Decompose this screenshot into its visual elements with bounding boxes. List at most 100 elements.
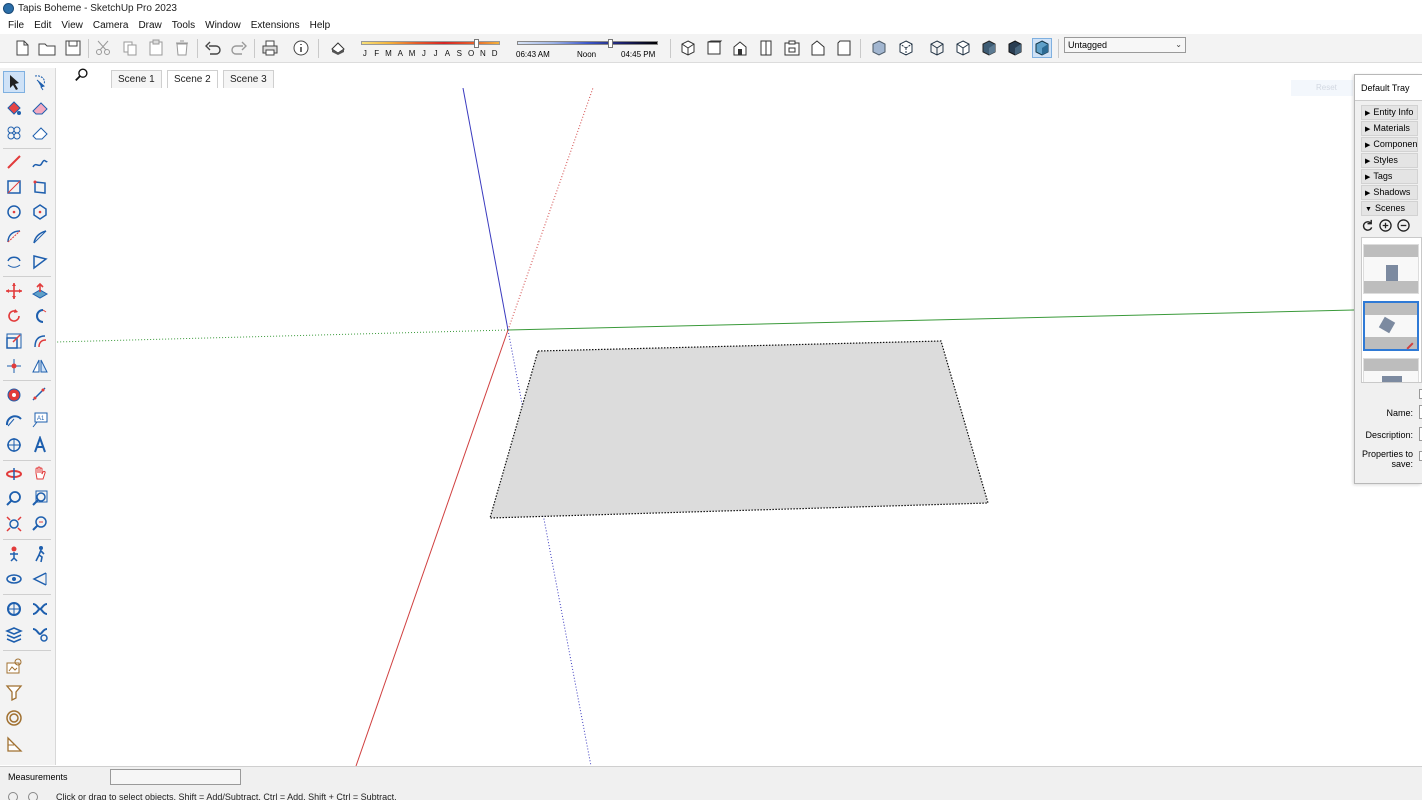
scene-thumbnail-1[interactable] (1363, 244, 1419, 294)
menu-tools[interactable]: Tools (167, 20, 200, 31)
position-camera-icon[interactable] (3, 543, 25, 565)
menu-file[interactable]: File (3, 20, 29, 31)
rotated-rectangle-icon[interactable] (29, 176, 51, 198)
new-file-icon[interactable] (12, 38, 32, 58)
menu-draw[interactable]: Draw (133, 20, 166, 31)
tab-scene-2[interactable]: Scene 2 (167, 70, 218, 89)
tab-scene-1[interactable]: Scene 1 (111, 70, 162, 88)
text-tool-icon[interactable]: A1 (29, 409, 51, 431)
menu-view[interactable]: View (56, 20, 88, 31)
move-tool-icon[interactable] (3, 280, 25, 302)
panel-components[interactable]: ▶Components (1361, 137, 1418, 152)
tab-scene-3[interactable]: Scene 3 (223, 70, 274, 88)
flip-tool-icon[interactable] (29, 355, 51, 377)
month-slider[interactable]: J F M A M J J A S O N D (359, 39, 502, 60)
menu-help[interactable]: Help (305, 20, 336, 31)
rectangle-tool-icon[interactable] (3, 176, 25, 198)
model-info-icon[interactable] (291, 38, 311, 58)
offset-tool-icon[interactable] (29, 330, 51, 352)
time-slider-thumb[interactable] (608, 39, 614, 48)
3d-text-icon[interactable] (29, 434, 51, 456)
panel-entity-info[interactable]: ▶ Entity Info (1361, 105, 1418, 120)
freehand-tool-icon[interactable] (29, 151, 51, 173)
orbit-tool-icon[interactable] (3, 463, 25, 485)
bottom-view-icon[interactable] (834, 38, 854, 58)
photo-match-icon[interactable] (3, 655, 25, 677)
tape-measure-icon[interactable] (3, 384, 25, 406)
menu-edit[interactable]: Edit (29, 20, 56, 31)
arc-tool-icon[interactable] (3, 226, 25, 248)
paste-icon[interactable] (146, 38, 166, 58)
eraser-icon[interactable] (29, 97, 51, 119)
lasso-select-icon[interactable] (29, 71, 51, 93)
back-view-icon[interactable] (782, 38, 802, 58)
tag-eraser-icon[interactable] (29, 122, 51, 144)
left-view-icon[interactable] (808, 38, 828, 58)
save-icon[interactable] (63, 38, 83, 58)
extension-triangle-icon[interactable] (3, 733, 25, 755)
shadows-toggle-icon[interactable] (328, 38, 348, 58)
extension-funnel-icon[interactable] (3, 681, 25, 703)
info-icon[interactable] (28, 792, 38, 800)
menu-camera[interactable]: Camera (88, 20, 134, 31)
pie-tool-icon[interactable] (29, 251, 51, 273)
follow-me-icon[interactable] (29, 305, 51, 327)
scene-thumbnail-2[interactable] (1363, 301, 1419, 351)
month-slider-thumb[interactable] (473, 39, 479, 48)
rug-face[interactable] (489, 340, 989, 519)
walk-tool-icon[interactable] (29, 543, 51, 565)
top-view-icon[interactable] (704, 38, 724, 58)
select-tool-icon[interactable] (3, 71, 25, 93)
wireframe-style-icon[interactable] (927, 38, 947, 58)
previous-view-icon[interactable] (29, 513, 51, 535)
refresh-icon[interactable] (1361, 219, 1374, 232)
zoom-window-icon[interactable] (29, 488, 51, 510)
hidden-line-style-icon[interactable] (953, 38, 973, 58)
tag-dropdown[interactable]: Untagged ⌄ (1064, 37, 1186, 53)
position-texture-icon[interactable] (3, 355, 25, 377)
polygon-tool-icon[interactable] (29, 201, 51, 223)
panel-shadows[interactable]: ▶ Shadows (1361, 185, 1418, 200)
extension-rings-icon[interactable] (3, 707, 25, 729)
circle-tool-icon[interactable] (3, 201, 25, 223)
sandbox-settings-icon[interactable] (29, 623, 51, 645)
print-icon[interactable] (260, 38, 280, 58)
menu-window[interactable]: Window (200, 20, 246, 31)
scene-thumbnail-3[interactable] (1363, 358, 1419, 382)
open-folder-icon[interactable] (37, 38, 57, 58)
rotate-tool-icon[interactable] (3, 305, 25, 327)
undo-icon[interactable] (203, 38, 223, 58)
scale-tool-icon[interactable] (3, 330, 25, 352)
add-scene-icon[interactable] (1379, 219, 1392, 232)
zoom-tool-icon[interactable] (3, 488, 25, 510)
zoom-extents-icon[interactable] (3, 513, 25, 535)
front-view-icon[interactable] (730, 38, 750, 58)
panel-scenes[interactable]: ▼ Scenes (1361, 201, 1418, 216)
delete-icon[interactable] (172, 38, 192, 58)
line-tool-icon[interactable] (3, 151, 25, 173)
panel-tags[interactable]: ▶ Tags (1361, 169, 1418, 184)
section-plane-icon[interactable] (29, 568, 51, 590)
pan-tool-icon[interactable] (29, 463, 51, 485)
protractor-icon[interactable] (3, 409, 25, 431)
panel-materials[interactable]: ▶ Materials (1361, 121, 1418, 136)
measurements-input[interactable] (110, 769, 241, 785)
model-viewport[interactable] (56, 88, 1354, 766)
menu-extensions[interactable]: Extensions (246, 20, 305, 31)
axes-tool-icon[interactable] (3, 434, 25, 456)
search-icon[interactable] (74, 67, 92, 85)
dimension-tool-icon[interactable] (29, 384, 51, 406)
look-around-icon[interactable] (3, 568, 25, 590)
shaded-textures-style-icon[interactable] (1005, 38, 1025, 58)
push-pull-icon[interactable] (29, 280, 51, 302)
advanced-camera-icon[interactable] (3, 598, 25, 620)
three-point-arc-icon[interactable] (3, 251, 25, 273)
two-point-arc-icon[interactable] (29, 226, 51, 248)
sandbox-smoove-icon[interactable] (29, 598, 51, 620)
cut-icon[interactable] (93, 38, 113, 58)
layers-stack-icon[interactable] (3, 623, 25, 645)
monochrome-style-icon[interactable] (1032, 38, 1052, 58)
geo-location-icon[interactable] (8, 792, 18, 800)
right-view-icon[interactable] (756, 38, 776, 58)
copy-icon[interactable] (120, 38, 140, 58)
